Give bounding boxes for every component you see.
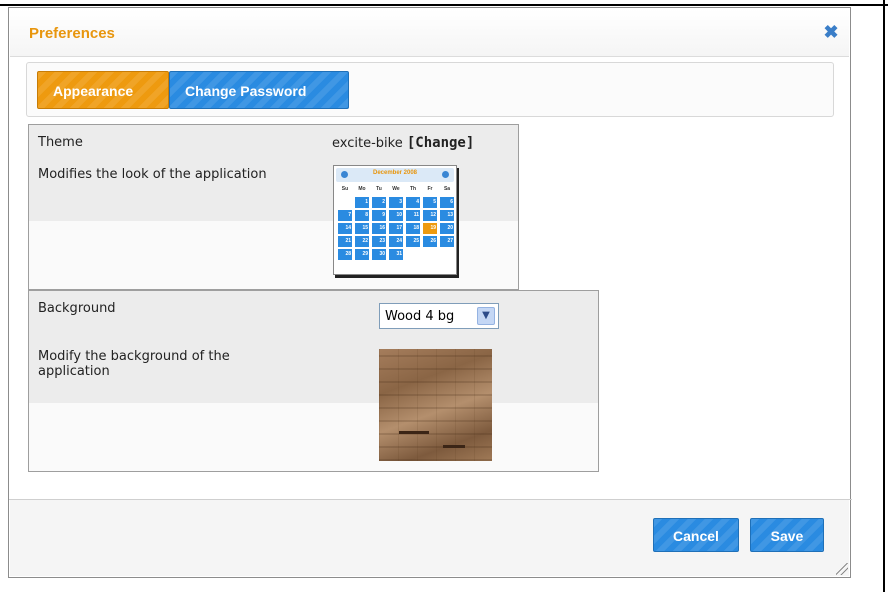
theme-preview-thumbnail: December 2008 Su Mo Tu We Th Fr Sa 1 2 3 4 5 6 7 8 9 10… — [333, 165, 457, 275]
calendar-day: 30 — [372, 249, 386, 260]
calendar-day: 18 — [406, 223, 420, 234]
background-select[interactable]: Wood 4 bg ▼ — [379, 303, 499, 329]
calendar-day: 21 — [338, 236, 352, 247]
calendar-day: 5 — [423, 197, 437, 208]
calendar-weekday: Th — [409, 186, 417, 192]
calendar-day: 6 — [440, 197, 454, 208]
tab-appearance[interactable]: Appearance — [37, 71, 169, 109]
calendar-weekday: Sa — [443, 186, 451, 192]
calendar-day: 9 — [372, 210, 386, 221]
calendar-week-row: 7 8 9 10 11 12 13 — [338, 210, 454, 221]
calendar-day: 29 — [355, 249, 369, 260]
window-edge-top — [0, 4, 888, 6]
window-edge-right — [883, 0, 885, 592]
calendar-weekday: Mo — [358, 186, 366, 192]
calendar-day — [338, 197, 352, 208]
calendar-week-row: 28 29 30 31 — [338, 249, 454, 260]
calendar-weekday: Su — [341, 186, 349, 192]
calendar-day — [440, 249, 454, 260]
calendar-day: 31 — [389, 249, 403, 260]
theme-panel: Theme Modifies the look of the applicati… — [28, 124, 519, 290]
calendar-week-row: 123456 — [338, 197, 454, 208]
calendar-day: 22 — [355, 236, 369, 247]
theme-value-line: excite-bike [Change] — [332, 135, 474, 151]
background-panel: Background Modify the background of the … — [28, 290, 599, 472]
background-select-value: Wood 4 bg — [385, 309, 455, 324]
calendar-day: 16 — [372, 223, 386, 234]
calendar-day: 4 — [406, 197, 420, 208]
calendar-day: 11 — [406, 210, 420, 221]
calendar-day: 17 — [389, 223, 403, 234]
calendar-day: 27 — [440, 236, 454, 247]
calendar-day: 8 — [355, 210, 369, 221]
calendar-day: 14 — [338, 223, 352, 234]
calendar-month-title: December 2008 — [372, 170, 418, 176]
calendar-day: 23 — [372, 236, 386, 247]
calendar-day-grid: 1 2 3 4 5 6 7 8 9 10 11 12 13 14 15 16 17 18 19 20 21 22 23 24 2… — [338, 197, 454, 262]
dialog-titlebar[interactable]: Preferences ✖ — [10, 9, 849, 57]
save-button[interactable]: Save — [750, 518, 824, 552]
calendar-week-row: 14 15 16 17 18 19 20 — [338, 223, 454, 234]
background-preview-image — [379, 349, 492, 461]
calendar-header: December 2008 — [336, 168, 454, 182]
calendar-weekday-row: Su Mo Tu We Th Fr Sa — [338, 186, 454, 192]
calendar-day — [406, 249, 420, 260]
background-description: Modify the background of the application — [38, 349, 230, 379]
tab-change-password[interactable]: Change Password — [169, 71, 349, 109]
calendar-day: 26 — [423, 236, 437, 247]
calendar-day: 24 — [389, 236, 403, 247]
wood-crack-mark — [443, 445, 465, 448]
theme-label: Theme — [38, 135, 83, 150]
background-label: Background — [38, 301, 116, 316]
calendar-day — [423, 249, 437, 260]
calendar-day: 19 — [423, 223, 437, 234]
calendar-day: 13 — [440, 210, 454, 221]
change-theme-link[interactable]: [Change] — [407, 135, 474, 151]
wood-crack-mark — [399, 431, 429, 434]
calendar-weekday: Tu — [376, 186, 382, 192]
calendar-day: 12 — [423, 210, 437, 221]
dialog-title: Preferences — [29, 25, 115, 42]
calendar-day: 10 — [389, 210, 403, 221]
calendar-weekday: Fr — [427, 186, 433, 192]
calendar-day: 15 — [355, 223, 369, 234]
calendar-week-row: 21 22 23 24 25 26 27 — [338, 236, 454, 247]
preferences-dialog: Preferences ✖ Appearance Change Password… — [8, 7, 852, 578]
calendar-day: 7 — [338, 210, 352, 221]
theme-description: Modifies the look of the application — [38, 167, 267, 182]
next-month-icon — [442, 171, 449, 178]
calendar-day: 20 — [440, 223, 454, 234]
calendar-day: 3 — [389, 197, 403, 208]
tab-bar: Appearance Change Password — [26, 62, 834, 117]
theme-name: excite-bike — [332, 136, 403, 151]
chevron-down-icon[interactable]: ▼ — [477, 307, 495, 325]
calendar-day: 2 — [372, 197, 386, 208]
close-icon[interactable]: ✖ — [821, 22, 841, 42]
calendar-day: 28 — [338, 249, 352, 260]
calendar-weekday: We — [392, 186, 400, 192]
resize-grip-icon[interactable] — [836, 563, 848, 575]
cancel-button[interactable]: Cancel — [653, 518, 739, 552]
calendar-day: 25 — [406, 236, 420, 247]
calendar-day: 1 — [355, 197, 369, 208]
